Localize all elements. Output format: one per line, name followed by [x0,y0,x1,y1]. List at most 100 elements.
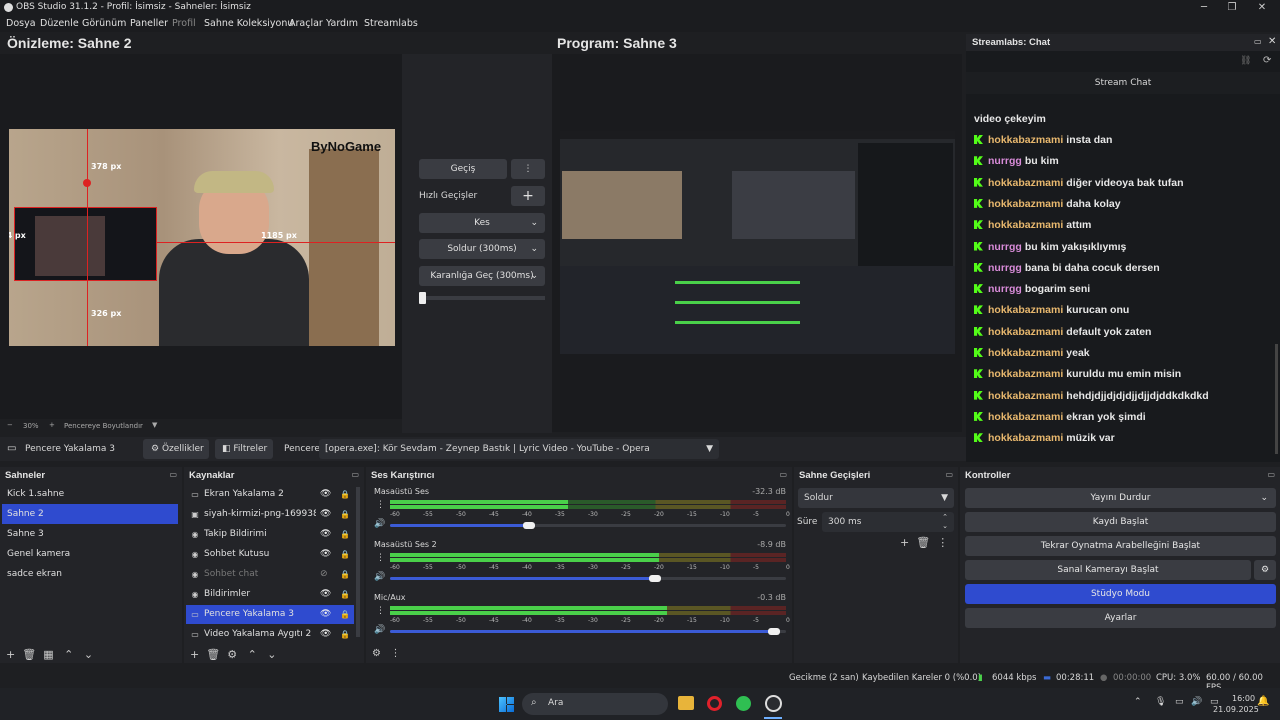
scene-item[interactable]: sadce ekran [2,564,178,584]
volume-slider[interactable] [390,628,786,635]
chat-username[interactable]: hokkabazmami [988,411,1063,423]
sources-scrollbar[interactable] [356,487,360,637]
guide-handle[interactable] [83,179,91,187]
more-icon[interactable]: ⋮ [376,500,385,510]
lock-icon[interactable]: 🔒 [340,505,350,524]
preview-canvas[interactable]: 378 px 1185 px 326 px 34 px ByNoGame [9,129,395,346]
source-item[interactable]: ▭ Video Yakalama Aygıtı 2 👁 🔒 [186,625,354,644]
filters-button[interactable]: ◧ Filtreler [215,439,273,459]
menu-paneller[interactable]: Paneller [130,18,168,29]
chat-username[interactable]: nurrgg [988,155,1022,167]
network-icon[interactable]: ▭ [1175,697,1184,707]
chat-username[interactable]: hokkabazmami [988,368,1063,380]
scene-item[interactable]: Sahne 2 [2,504,178,524]
more-icon[interactable]: ⋮ [937,536,948,549]
link-icon[interactable]: ⛓ [1240,56,1251,66]
speaker-icon[interactable]: 🔊 [374,519,385,529]
folder-icon[interactable] [678,696,694,710]
eye-icon[interactable]: 👁 [320,545,331,564]
move-down-icon[interactable]: ⌄ [267,648,276,661]
replay-buffer-button[interactable]: Tekrar Oynatma Arabelleğini Başlat [965,536,1276,556]
taskbar-search[interactable]: ⌕ Ara [522,693,668,715]
menu-dosya[interactable]: Dosya [6,18,36,29]
source-item[interactable]: ◉ Takip Bildirimi 👁 🔒 [186,525,354,544]
whatsapp-icon[interactable] [736,696,751,711]
volume-knob[interactable] [522,522,535,529]
scene-item[interactable]: Genel kamera [2,544,178,564]
virtual-camera-button[interactable]: Sanal Kamerayı Başlat [965,560,1251,580]
add-icon[interactable]: + [511,186,545,206]
source-item[interactable]: ◉ Sohbet Kutusu 👁 🔒 [186,545,354,564]
lock-icon[interactable]: 🔒 [340,525,350,544]
advanced-audio-icon[interactable]: ⚙ [372,648,381,659]
notification-icon[interactable]: 🔔 [1257,696,1269,707]
close-icon[interactable]: ✕ [1246,0,1278,15]
more-icon[interactable]: ⋮ [391,648,401,659]
add-icon[interactable]: + [190,648,199,661]
chat-username[interactable]: hokkabazmami [988,432,1063,444]
gear-icon[interactable]: ⚙ [227,648,237,661]
menu-yardim[interactable]: Yardım [326,18,358,29]
dock-float-icon[interactable]: ▭ [779,470,787,479]
trash-icon[interactable]: 🗑 [22,648,36,661]
move-down-icon[interactable]: ⌄ [84,648,93,661]
chat-username[interactable]: hokkabazmami [988,347,1063,359]
eye-icon[interactable]: 👁 [320,485,331,504]
menu-sahne-koleksiyonu[interactable]: Sahne Koleksiyonu [204,18,293,29]
studio-mode-button[interactable]: Stüdyo Modu [965,584,1276,604]
scene-item[interactable]: Sahne 3 [2,524,178,544]
window-capture-frame[interactable] [14,207,157,281]
chevron-up-icon[interactable]: ⌃ [1134,697,1142,707]
speaker-icon[interactable]: 🔊 [374,625,385,635]
close-icon[interactable]: ✕ [1268,36,1276,47]
lock-icon[interactable]: 🔒 [340,585,350,604]
volume-knob[interactable] [768,628,781,635]
menu-streamlabs[interactable]: Streamlabs [364,18,418,29]
trash-icon[interactable]: 🗑 [206,648,220,661]
transition-select[interactable]: Soldur ▼ [798,488,954,508]
chat-username[interactable]: hokkabazmami [988,219,1063,231]
volume-slider[interactable] [390,522,786,529]
start-recording-button[interactable]: Kaydı Başlat [965,512,1276,532]
chat-scrollbar[interactable] [1275,344,1278,454]
slider-handle[interactable] [419,292,426,304]
chat-username[interactable]: hokkabazmami [988,134,1063,146]
more-icon[interactable]: ⋮ [376,553,385,563]
eye-icon[interactable]: 👁 [320,525,331,544]
more-icon[interactable]: ⋮ [376,606,385,616]
maximize-icon[interactable]: ❐ [1216,0,1248,15]
dock-float-icon[interactable]: ▭ [169,470,177,479]
eye-icon[interactable]: 👁 [320,585,331,604]
windows-start-icon[interactable] [499,697,514,712]
transition-button[interactable]: Geçiş [419,159,507,179]
chevron-down-icon[interactable]: ▼ [152,421,157,429]
add-icon[interactable]: + [6,648,15,661]
eye-icon[interactable]: 👁 [320,505,331,524]
source-item[interactable]: ▭ Ekran Yakalama 2 👁 🔒 [186,485,354,504]
volume-icon[interactable]: 🔊 [1191,697,1202,707]
speaker-icon[interactable]: 🔊 [374,572,385,582]
source-item[interactable]: ▭ Pencere Yakalama 3 👁 🔒 [186,605,354,624]
menu-gorunum[interactable]: Görünüm [82,18,126,29]
scene-item[interactable]: Kick 1.sahne [2,484,178,504]
lock-icon[interactable]: 🔒 [340,605,350,624]
zoom-in-icon[interactable]: + [49,421,55,429]
eye-icon[interactable]: 👁 [320,605,331,624]
volume-slider[interactable] [390,575,786,582]
lock-icon[interactable]: 🔒 [340,625,350,644]
dock-float-icon[interactable]: ▭ [351,470,359,479]
gear-icon[interactable]: ⚙ [1254,560,1276,580]
lock-icon[interactable]: 🔒 [340,545,350,564]
chat-username[interactable]: hokkabazmami [988,304,1063,316]
float-icon[interactable]: ▭ [1254,37,1262,46]
menu-duzenle[interactable]: Düzenle [40,18,79,29]
move-up-icon[interactable]: ⌃ [64,648,73,661]
move-up-icon[interactable]: ⌃ [248,648,257,661]
menu-araclar[interactable]: Araçlar [289,18,323,29]
eye-off-icon[interactable]: ⊘ [320,565,328,584]
stop-streaming-button[interactable]: Yayını Durdur ⌄ [965,488,1276,508]
chat-username[interactable]: nurrgg [988,241,1022,253]
zoom-out-icon[interactable]: − [7,421,13,429]
chat-username[interactable]: hokkabazmami [988,326,1063,338]
opera-icon[interactable] [707,696,722,711]
